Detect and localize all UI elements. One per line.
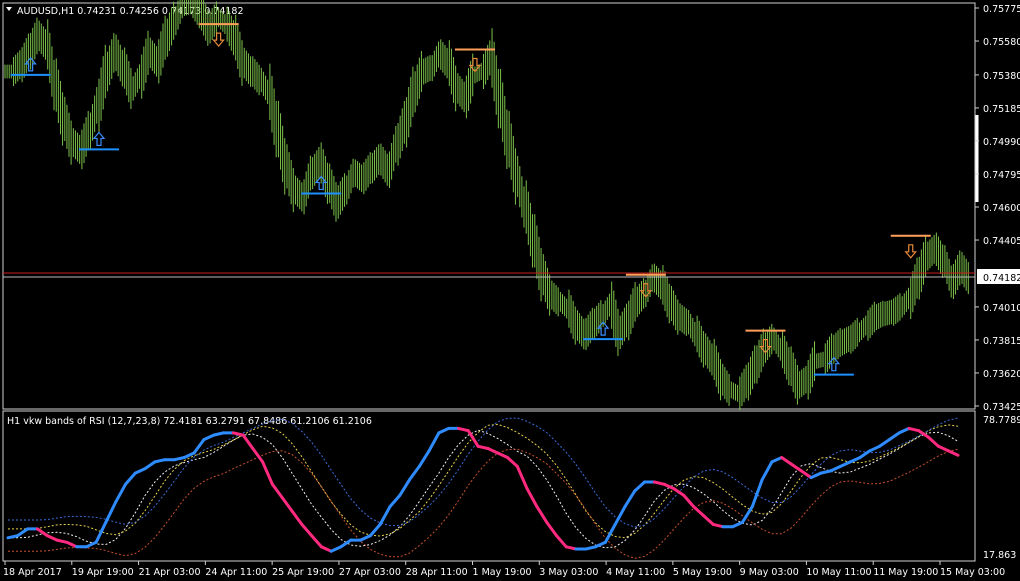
rsi-bottom-label: 17.863: [983, 550, 1016, 561]
y-tick-label: 0.75380: [983, 71, 1020, 82]
x-tick-label: 9 May 03:00: [740, 567, 799, 578]
y-tick-label: 0.73815: [983, 336, 1020, 347]
main-header: AUDUSD,H1 0.74231 0.74256 0.74173 0.7418…: [17, 6, 244, 17]
x-tick-label: 4 May 11:00: [606, 567, 665, 578]
x-tick-label: 11 May 19:00: [873, 567, 938, 578]
y-tick-label: 0.74795: [983, 170, 1020, 181]
x-tick-label: 18 Apr 2017: [3, 567, 62, 578]
x-tick-label: 1 May 19:00: [473, 567, 532, 578]
current-price-label: 0.74182: [983, 273, 1020, 284]
x-tick-label: 27 Apr 03:00: [339, 567, 401, 578]
x-tick-label: 25 Apr 19:00: [272, 567, 334, 578]
rsi-top-label: 78.7789: [983, 415, 1020, 426]
y-tick-label: 0.75775: [983, 4, 1020, 15]
x-tick-label: 5 May 19:00: [673, 567, 732, 578]
x-tick-label: 24 Apr 11:00: [205, 567, 267, 578]
y-tick-label: 0.74990: [983, 137, 1020, 148]
x-tick-label: 10 May 11:00: [806, 567, 871, 578]
x-tick-label: 3 May 03:00: [539, 567, 598, 578]
x-tick-label: 19 Apr 19:00: [72, 567, 134, 578]
y-tick-label: 0.73425: [983, 402, 1020, 413]
y-tick-label: 0.73620: [983, 369, 1020, 380]
background: [0, 0, 1020, 581]
chart-canvas: AUDUSD,H1 0.74231 0.74256 0.74173 0.7418…: [0, 0, 1020, 581]
x-tick-label: 15 May 03:00: [940, 567, 1005, 578]
y-tick-label: 0.74405: [983, 236, 1020, 247]
x-tick-label: 28 Apr 11:00: [406, 567, 468, 578]
y-tick-label: 0.75185: [983, 104, 1020, 115]
x-tick-label: 21 Apr 03:00: [139, 567, 201, 578]
rsi-header: H1 vkw bands of RSI (12,7,23,8) 72.4181 …: [7, 416, 372, 427]
y-tick-label: 0.74010: [983, 303, 1020, 314]
y-tick-label: 0.74600: [983, 203, 1020, 214]
y-tick-label: 0.75580: [983, 37, 1020, 48]
